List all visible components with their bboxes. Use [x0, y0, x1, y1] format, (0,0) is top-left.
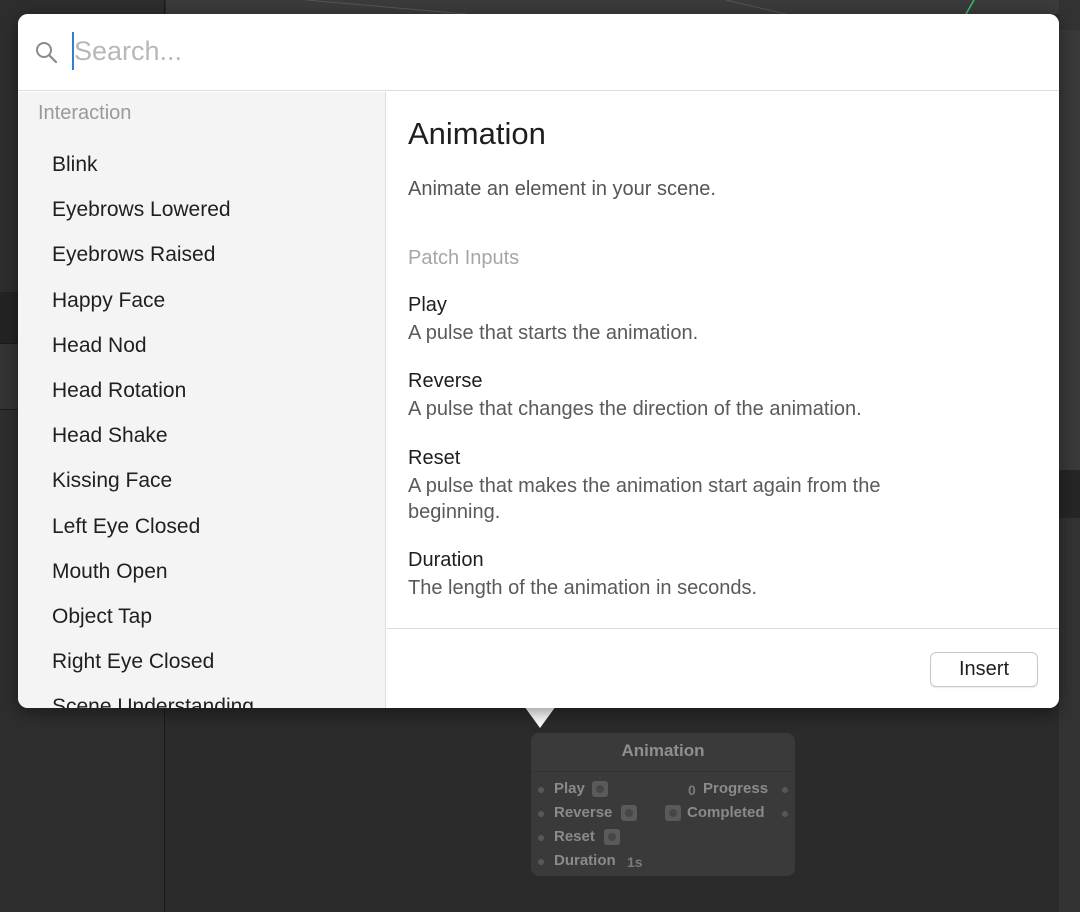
- node-output-completed: Completed: [687, 804, 765, 821]
- reset-input-port[interactable]: [538, 835, 544, 841]
- patch-description: Animate an element in your scene.: [408, 178, 716, 200]
- patch-category-sidebar[interactable]: Interaction Blink Eyebrows Lowered Eyebr…: [18, 92, 386, 708]
- patch-input-reverse: Reverse A pulse that changes the directi…: [408, 368, 968, 422]
- search-icon: [36, 42, 58, 64]
- reverse-input-port[interactable]: [538, 811, 544, 817]
- node-divider: [531, 771, 795, 772]
- search-bar: [18, 14, 1059, 91]
- input-name: Play: [408, 294, 447, 316]
- duration-value[interactable]: 1s: [627, 854, 643, 870]
- reverse-pulse-icon[interactable]: [621, 805, 637, 821]
- insert-button[interactable]: Insert: [930, 652, 1038, 687]
- input-name: Duration: [408, 549, 484, 571]
- progress-value: 0: [688, 782, 696, 798]
- editor-right-panel-upper: [1059, 30, 1080, 470]
- patch-input-play: Play A pulse that starts the animation.: [408, 292, 968, 346]
- node-output-progress: Progress: [703, 780, 769, 797]
- patch-input-reset: Reset A pulse that makes the animation s…: [408, 445, 968, 525]
- search-input[interactable]: [72, 30, 972, 72]
- list-item-kissing-face[interactable]: Kissing Face: [52, 468, 254, 513]
- sidebar-section-heading: Interaction: [38, 102, 132, 124]
- editor-viewport: [166, 0, 1080, 15]
- patch-picker-popover: Interaction Blink Eyebrows Lowered Eyebr…: [18, 14, 1059, 708]
- node-input-duration: Duration: [554, 852, 616, 869]
- animation-patch-node[interactable]: Animation Play Reverse Reset Duration 1s…: [531, 733, 795, 876]
- detail-footer: Insert: [387, 628, 1059, 708]
- input-description: The length of the animation in seconds.: [408, 577, 758, 599]
- patch-input-duration: Duration The length of the animation in …: [408, 547, 968, 601]
- viewport-wireframe: [305, 0, 975, 15]
- list-item-head-rotation[interactable]: Head Rotation: [52, 378, 254, 423]
- duration-input-port[interactable]: [538, 859, 544, 865]
- list-item-head-shake[interactable]: Head Shake: [52, 423, 254, 468]
- node-input-reverse: Reverse: [554, 804, 613, 821]
- play-input-port[interactable]: [538, 787, 544, 793]
- list-item-left-eye-closed[interactable]: Left Eye Closed: [52, 514, 254, 559]
- patch-list: Blink Eyebrows Lowered Eyebrows Raised H…: [52, 152, 254, 708]
- list-item-mouth-open[interactable]: Mouth Open: [52, 559, 254, 604]
- input-name: Reset: [408, 447, 461, 469]
- node-input-play: Play: [554, 780, 585, 797]
- patch-inputs-heading: Patch Inputs: [408, 247, 520, 269]
- list-item-scene-understanding[interactable]: Scene Understanding: [52, 694, 254, 708]
- list-item-object-tap[interactable]: Object Tap: [52, 604, 254, 649]
- list-item-right-eye-closed[interactable]: Right Eye Closed: [52, 649, 254, 694]
- list-item-happy-face[interactable]: Happy Face: [52, 288, 254, 333]
- patch-detail-panel: Animation Animate an element in your sce…: [387, 92, 1059, 628]
- input-name: Reverse: [408, 370, 483, 392]
- completed-pulse-icon: [665, 805, 681, 821]
- input-description: A pulse that changes the direction of th…: [408, 398, 862, 420]
- progress-output-port[interactable]: [782, 787, 788, 793]
- input-description: A pulse that makes the animation start a…: [408, 475, 881, 523]
- popover-arrow: [524, 706, 556, 728]
- list-item-eyebrows-raised[interactable]: Eyebrows Raised: [52, 242, 254, 287]
- text-caret: [72, 32, 74, 70]
- patch-title: Animation: [408, 116, 546, 151]
- play-pulse-icon[interactable]: [592, 781, 608, 797]
- editor-right-panel: [1059, 0, 1080, 912]
- node-title: Animation: [621, 741, 705, 760]
- list-item-blink[interactable]: Blink: [52, 152, 254, 197]
- completed-output-port[interactable]: [782, 811, 788, 817]
- node-input-reset: Reset: [554, 828, 595, 845]
- editor-right-panel-band: [1059, 470, 1080, 518]
- list-item-head-nod[interactable]: Head Nod: [52, 333, 254, 378]
- reset-pulse-icon[interactable]: [604, 829, 620, 845]
- input-description: A pulse that starts the animation.: [408, 322, 699, 344]
- list-item-eyebrows-lowered[interactable]: Eyebrows Lowered: [52, 197, 254, 242]
